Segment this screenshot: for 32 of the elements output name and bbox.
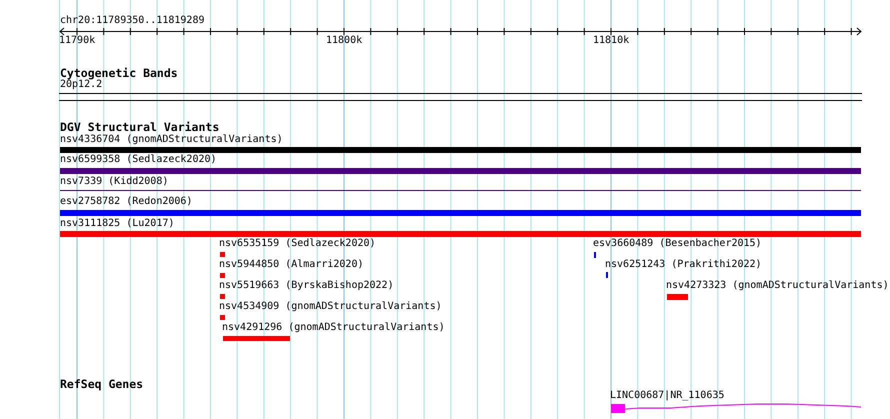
variant-bar[interactable] bbox=[60, 168, 861, 174]
variant-label[interactable]: nsv7339 (Kidd2008) bbox=[60, 176, 168, 188]
variant-label[interactable]: nsv6251243 (Prakrithi2022) bbox=[605, 259, 762, 271]
variant-bar[interactable] bbox=[220, 294, 225, 299]
variant-bar[interactable] bbox=[220, 273, 225, 278]
ruler-tick-label: 11800k bbox=[326, 35, 362, 47]
variant-label[interactable]: esv3660489 (Besenbacher2015) bbox=[593, 238, 762, 250]
variant-bar[interactable] bbox=[220, 315, 225, 320]
variant-bar[interactable] bbox=[60, 231, 861, 237]
ruler-tick-label: 11810k bbox=[593, 35, 630, 47]
track-title: RefSeq Genes bbox=[60, 377, 144, 391]
variant-bar[interactable] bbox=[667, 294, 688, 300]
band-label: 20p12.2 bbox=[60, 79, 102, 91]
variant-label[interactable]: nsv4291296 (gnomADStructuralVariants) bbox=[222, 322, 445, 334]
variant-label[interactable]: nsv3111825 (Lu2017) bbox=[60, 218, 174, 230]
variant-bar[interactable] bbox=[223, 336, 290, 341]
variant-label[interactable]: esv2758782 (Redon2006) bbox=[60, 196, 192, 208]
gene-label[interactable]: LINC00687|NR_110635 bbox=[610, 390, 724, 402]
track-title: Cytogenetic Bands bbox=[60, 66, 178, 80]
variant-label[interactable]: nsv5944850 (Almarri2020) bbox=[219, 259, 364, 271]
variant-label[interactable]: nsv4534909 (gnomADStructuralVariants) bbox=[219, 301, 442, 313]
track-title: DGV Structural Variants bbox=[60, 120, 220, 134]
variant-bar[interactable] bbox=[220, 252, 225, 257]
ruler-tick-label: 11790k bbox=[59, 35, 96, 47]
variant-label[interactable]: nsv4273323 (gnomADStructuralVariants) bbox=[666, 280, 889, 292]
variant-label[interactable]: nsv6599358 (Sedlazeck2020) bbox=[60, 154, 217, 166]
variant-label[interactable]: nsv5519663 (ByrskaBishop2022) bbox=[219, 280, 394, 292]
variant-label[interactable]: nsv6535159 (Sedlazeck2020) bbox=[219, 238, 376, 250]
variant-label[interactable]: nsv4336704 (gnomADStructuralVariants) bbox=[60, 134, 283, 146]
location-label: chr20:11789350..11819289 bbox=[60, 15, 204, 27]
variant-bar[interactable] bbox=[60, 210, 861, 216]
variant-bar[interactable] bbox=[60, 147, 861, 153]
